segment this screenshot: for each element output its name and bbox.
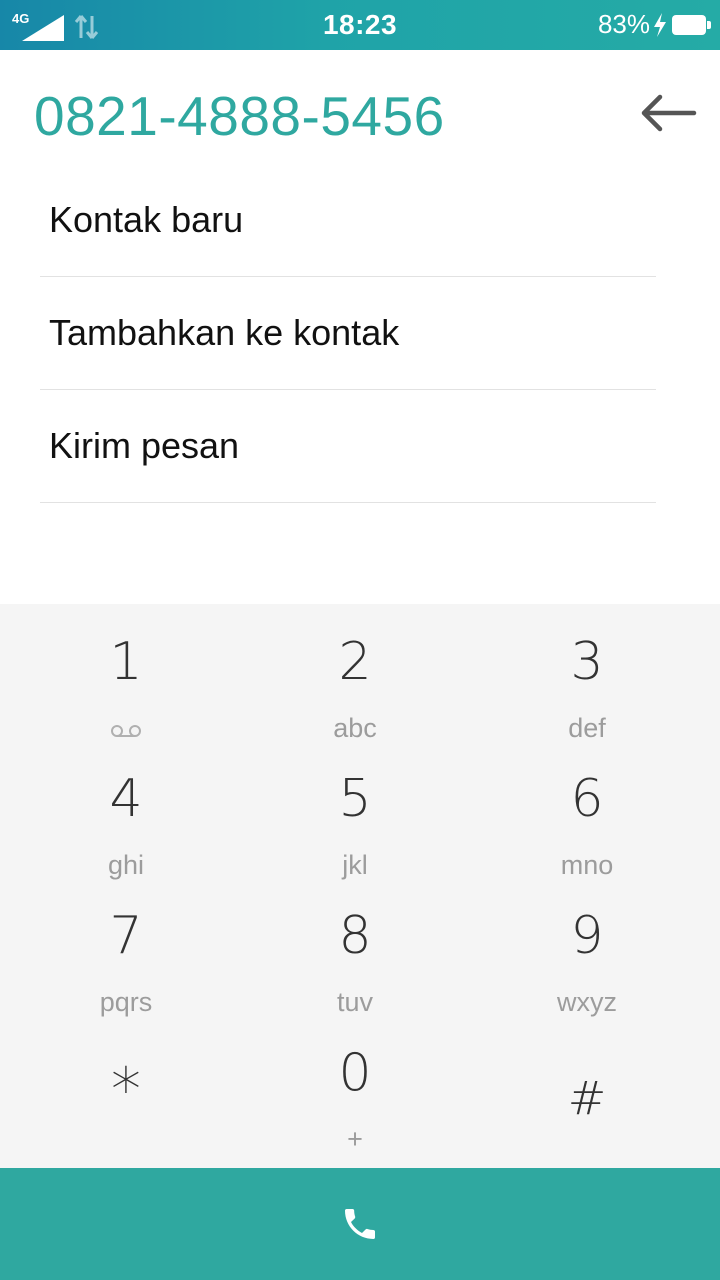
dialpad: 1 2 abc 3 def 4 ghi 5 jkl 6 mno 7 pqrs 8… <box>0 604 720 1168</box>
dialed-number[interactable]: 0821-4888-5456 <box>34 84 445 148</box>
voicemail-icon <box>111 725 141 737</box>
dialpad-key-6[interactable]: 6 mno <box>472 741 702 880</box>
phone-icon[interactable] <box>340 1204 380 1244</box>
charging-bolt-icon <box>654 12 666 37</box>
status-bar: 4G 18:23 83% <box>0 0 720 50</box>
key-letters: pqrs <box>99 987 153 1017</box>
key-digit: * <box>111 1055 141 1125</box>
key-letters: tuv <box>336 987 374 1017</box>
key-digit: 9 <box>570 906 604 966</box>
key-digit: # <box>567 1071 607 1125</box>
battery-percent: 83% <box>597 9 650 39</box>
dialpad-key-star[interactable]: * <box>11 1015 241 1152</box>
dialpad-key-9[interactable]: 9 wxyz <box>472 878 702 1017</box>
key-digit: 3 <box>570 632 604 692</box>
key-letters: + <box>347 1124 363 1154</box>
key-letters: def <box>568 713 606 743</box>
key-digit: 5 <box>338 769 372 829</box>
dialpad-key-5[interactable]: 5 jkl <box>240 741 470 880</box>
dialpad-key-2[interactable]: 2 abc <box>240 604 470 743</box>
dialpad-key-3[interactable]: 3 def <box>472 604 702 743</box>
key-letters: ghi <box>107 850 145 880</box>
menu-item-send-message[interactable]: Kirim pesan <box>40 390 656 503</box>
key-digit: 2 <box>338 632 372 692</box>
dialpad-key-hash[interactable]: # <box>472 1015 702 1152</box>
back-arrow-icon[interactable] <box>638 86 698 140</box>
key-digit: 0 <box>338 1043 372 1103</box>
dialpad-key-1[interactable]: 1 <box>11 604 241 741</box>
key-digit: 6 <box>570 769 604 829</box>
menu-item-new-contact[interactable]: Kontak baru <box>40 164 656 277</box>
key-letters: jkl <box>342 850 368 880</box>
key-letters: abc <box>333 713 377 743</box>
dialpad-key-7[interactable]: 7 pqrs <box>11 878 241 1017</box>
key-digit: 7 <box>109 906 143 966</box>
status-right: 83% <box>597 9 711 40</box>
dialpad-key-4[interactable]: 4 ghi <box>11 741 241 880</box>
key-digit: 8 <box>338 906 372 966</box>
number-options-menu: Kontak baru Tambahkan ke kontak Kirim pe… <box>40 164 656 503</box>
dialpad-key-8[interactable]: 8 tuv <box>240 878 470 1017</box>
menu-item-add-to-contact[interactable]: Tambahkan ke kontak <box>40 277 656 390</box>
key-letters: mno <box>560 850 614 880</box>
key-letters: wxyz <box>557 987 617 1017</box>
key-digit: 4 <box>109 769 143 829</box>
dialpad-key-0[interactable]: 0 + <box>240 1015 470 1154</box>
key-digit: 1 <box>109 632 143 692</box>
battery-icon <box>672 14 711 35</box>
